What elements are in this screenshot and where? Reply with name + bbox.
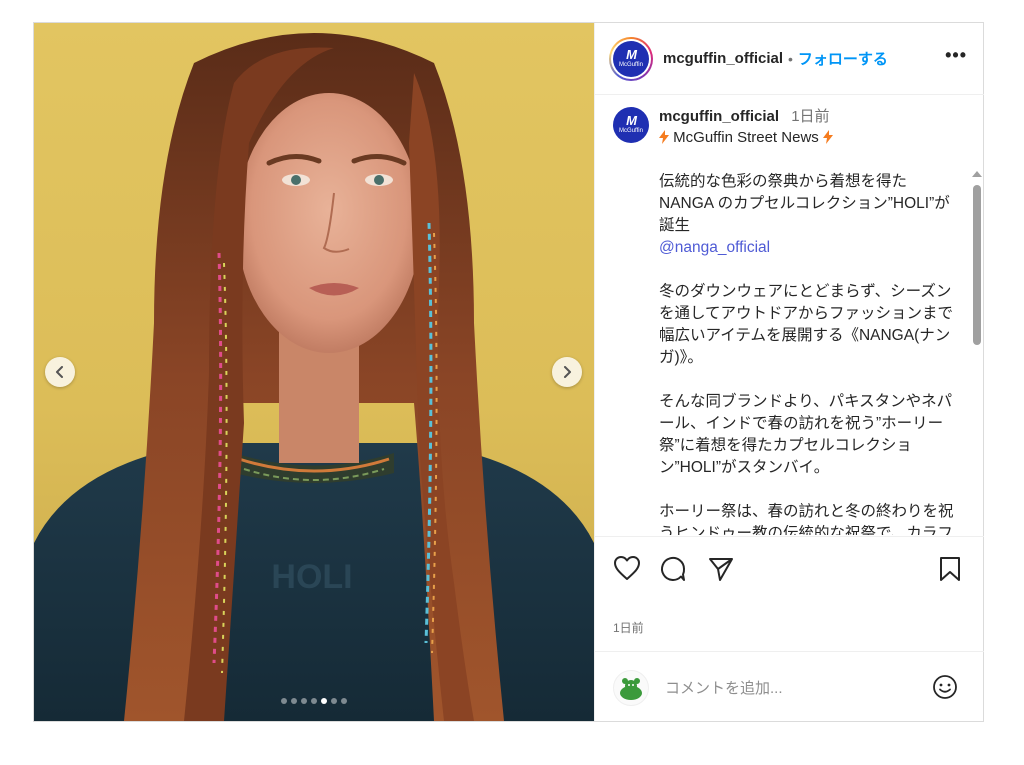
share-icon[interactable] (707, 555, 735, 583)
comment-input[interactable] (665, 677, 915, 699)
scroll-thumb[interactable] (973, 185, 981, 345)
slide-dot (281, 698, 287, 704)
caption-username[interactable]: mcguffin_official (659, 108, 779, 125)
next-slide-button[interactable] (552, 357, 582, 387)
comment-icon[interactable] (659, 555, 687, 583)
caption-area[interactable]: M McGuffin mcguffin_official 1日前 McGuffi… (595, 95, 984, 535)
slide-indicator (34, 698, 594, 704)
comment-bar (595, 651, 984, 722)
follow-button[interactable]: フォローする (798, 48, 888, 69)
slide-dot (301, 698, 307, 704)
caption-time: 1日前 (791, 108, 830, 125)
more-options-button[interactable]: ••• (945, 45, 967, 66)
emoji-icon[interactable] (932, 674, 958, 700)
brand-logo-mark: M (626, 113, 637, 128)
post-photo: HOLI (34, 33, 594, 721)
avatar-illustration (620, 678, 642, 700)
author-username[interactable]: mcguffin_official (663, 50, 783, 67)
slide-dot (291, 698, 297, 704)
mention-link[interactable]: @nanga_official (659, 239, 770, 256)
prev-slide-button[interactable] (45, 357, 75, 387)
lightning-icon (659, 130, 669, 144)
post-media[interactable]: HOLI (34, 23, 594, 721)
slide-dot (321, 698, 327, 704)
caption-paragraph: ホーリー祭は、春の訪れと冬の終わりを祝うヒンドゥー教の伝統的な祝祭で、カラフルな… (659, 503, 954, 535)
caption-text: 伝統的な色彩の祭典から着想を得た NANGA のカプセルコレクション”HOLI”… (659, 171, 959, 535)
caption-headline: McGuffin Street News (673, 129, 819, 146)
chevron-left-icon (56, 366, 63, 378)
caption-avatar[interactable]: M McGuffin (613, 107, 649, 143)
sweater-text: HOLI (271, 558, 352, 596)
lightning-icon (822, 130, 833, 144)
slide-dot (341, 698, 347, 704)
brand-logo-mark: M (626, 46, 637, 62)
caption-paragraph: そんな同ブランドより、パキスタンやネパール、インドで春の訪れを祝う”ホーリー祭”… (659, 393, 953, 476)
bookmark-icon[interactable] (938, 555, 962, 583)
header-separator: • (788, 50, 793, 67)
instagram-post: HOLI M McGuffin mcguffin_official • フォロー… (33, 22, 984, 722)
slide-dot (311, 698, 317, 704)
post-date: 1日前 (613, 621, 644, 635)
user-avatar[interactable] (613, 670, 649, 706)
brand-logo-text: McGuffin (619, 128, 643, 134)
author-avatar[interactable]: M McGuffin (609, 36, 653, 81)
scroll-up-arrow[interactable] (972, 171, 982, 177)
caption-headline-row: McGuffin Street News (659, 127, 959, 149)
post-side-panel: M McGuffin mcguffin_official • フォローする ••… (594, 23, 984, 721)
caption-paragraph: 伝統的な色彩の祭典から着想を得た NANGA のカプセルコレクション”HOLI”… (659, 173, 950, 234)
post-header: M McGuffin mcguffin_official • フォローする ••… (595, 23, 984, 95)
caption-paragraph: 冬のダウンウェアにとどまらず、シーズンを通してアウトドアからファッションまで幅広… (659, 283, 954, 366)
chevron-right-icon (564, 366, 571, 378)
heart-icon[interactable] (613, 555, 641, 581)
brand-logo-text: McGuffin (619, 61, 643, 68)
slide-dot (331, 698, 337, 704)
caption-scrollbar[interactable] (972, 171, 982, 535)
